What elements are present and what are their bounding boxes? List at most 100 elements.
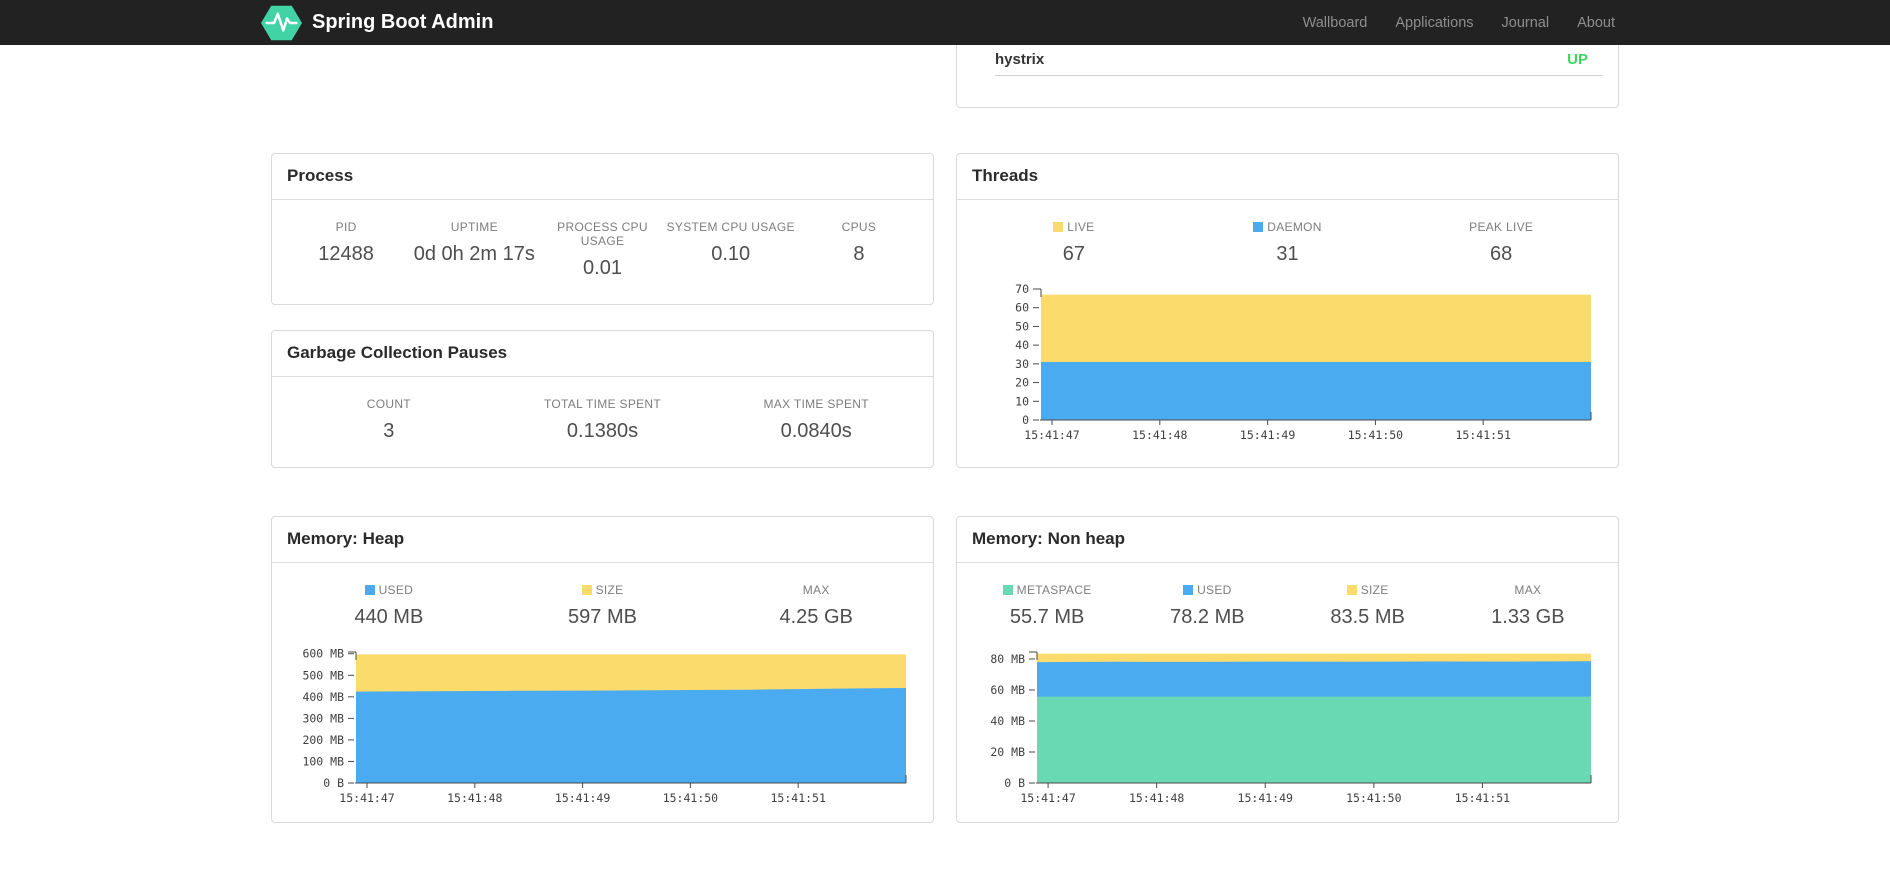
stat-value: 597 MB — [568, 606, 637, 628]
stat: MAX 4.25 GB — [709, 583, 923, 629]
legend-swatch-icon — [1253, 222, 1264, 232]
process-card-title: Process — [272, 154, 933, 200]
stat-label: MAX — [802, 583, 830, 597]
brand[interactable]: Spring Boot Admin — [261, 4, 493, 42]
applications-status-card: hystrix UP — [956, 45, 1619, 108]
application-name: hystrix — [995, 51, 1045, 68]
application-row-hystrix[interactable]: hystrix UP — [957, 45, 1618, 75]
stat: SIZE 597 MB — [496, 583, 710, 629]
svg-text:20 MB: 20 MB — [990, 745, 1025, 759]
stat-value: 83.5 MB — [1330, 606, 1405, 628]
legend-swatch-icon — [1346, 585, 1357, 595]
stat-label: SIZE — [595, 583, 624, 597]
memory-heap-card-title: Memory: Heap — [272, 517, 933, 563]
svg-text:15:41:49: 15:41:49 — [555, 791, 610, 805]
memory-nonheap-card-title: Memory: Non heap — [957, 517, 1618, 563]
svg-text:40: 40 — [1015, 338, 1029, 352]
gc-card: Garbage Collection Pauses COUNT 3 TOTAL … — [271, 330, 934, 468]
nav-link[interactable]: Journal — [1488, 15, 1564, 31]
svg-text:40 MB: 40 MB — [990, 714, 1025, 728]
legend-swatch-icon — [1183, 585, 1194, 595]
svg-text:15:41:48: 15:41:48 — [1132, 428, 1187, 442]
legend-swatch-icon — [364, 585, 375, 595]
svg-text:60 MB: 60 MB — [990, 683, 1025, 697]
svg-text:60: 60 — [1015, 301, 1029, 315]
stat-value: 4.25 GB — [779, 606, 853, 628]
stat-label: MAX TIME SPENT — [763, 397, 869, 411]
stat-value: 1.33 GB — [1491, 606, 1565, 628]
memory-nonheap-card: Memory: Non heap METASPACE 55.7 MB USED … — [956, 516, 1619, 823]
stat-value: 0d 0h 2m 17s — [413, 243, 535, 265]
nav-link[interactable]: About — [1563, 15, 1629, 31]
nav-link[interactable]: Applications — [1381, 15, 1487, 31]
status-badge: UP — [1567, 51, 1588, 68]
legend-swatch-icon — [581, 585, 592, 595]
legend-swatch-icon — [1053, 222, 1064, 232]
pulse-hexagon-logo-icon — [261, 4, 302, 42]
nonheap-stats: METASPACE 55.7 MB USED 78.2 MB SIZE 83.5… — [967, 583, 1608, 629]
threads-card-title: Threads — [957, 154, 1618, 200]
svg-text:15:41:50: 15:41:50 — [1346, 791, 1401, 805]
stat-value: 440 MB — [354, 606, 424, 628]
stat-value: 0.01 — [583, 257, 622, 279]
threads-chart: 0 10 20 30 40 50 60 70 15:41:47 15:41:48 15:41:49 1… — [979, 282, 1596, 447]
svg-text:80 MB: 80 MB — [990, 652, 1025, 666]
row-divider — [995, 75, 1603, 76]
svg-text:15:41:48: 15:41:48 — [447, 791, 502, 805]
svg-text:15:41:51: 15:41:51 — [1456, 428, 1511, 442]
svg-text:300 MB: 300 MB — [302, 711, 344, 725]
svg-text:70: 70 — [1015, 282, 1029, 296]
svg-text:20: 20 — [1015, 376, 1029, 390]
stat-label: METASPACE — [1016, 583, 1092, 597]
svg-text:200 MB: 200 MB — [302, 733, 344, 747]
svg-text:100 MB: 100 MB — [302, 754, 344, 768]
stat: METASPACE 55.7 MB — [967, 583, 1127, 629]
stat-label: SIZE — [1360, 583, 1389, 597]
memory-nonheap-chart: 0 B 20 MB 40 MB 60 MB 80 MB 15:41:47 15:41:48 1… — [979, 645, 1596, 810]
svg-text:10: 10 — [1015, 394, 1029, 408]
gc-stats: COUNT 3 TOTAL TIME SPENT 0.1380s MAX TIM… — [282, 397, 923, 443]
stat: COUNT 3 — [282, 397, 496, 443]
process-card: Process PID 12488 UPTIME 0d 0h 2m 17s PR… — [271, 153, 934, 305]
stat-value: 8 — [853, 243, 865, 265]
stat-label: COUNT — [366, 397, 411, 411]
brand-title: Spring Boot Admin — [312, 11, 494, 33]
nav-links: Wallboard Applications Journal About — [1289, 15, 1629, 31]
legend-swatch-icon — [1002, 585, 1013, 595]
stat: MAX 1.33 GB — [1448, 583, 1608, 629]
stat-label: PEAK LIVE — [1469, 220, 1534, 234]
svg-text:0 B: 0 B — [1004, 776, 1025, 790]
stat-value: 0.1380s — [566, 420, 639, 442]
stat-label: PID — [335, 220, 357, 234]
svg-text:0: 0 — [1022, 413, 1029, 427]
svg-text:15:41:50: 15:41:50 — [663, 791, 718, 805]
stat: PROCESS CPU USAGE 0.01 — [538, 220, 666, 280]
stat: MAX TIME SPENT 0.0840s — [709, 397, 923, 443]
gc-card-title: Garbage Collection Pauses — [272, 331, 933, 377]
stat: LIVE 67 — [967, 220, 1181, 266]
stat-value: 0.0840s — [780, 420, 852, 442]
svg-text:15:41:50: 15:41:50 — [1348, 428, 1403, 442]
svg-text:15:41:49: 15:41:49 — [1240, 428, 1295, 442]
threads-stats: LIVE 67 DAEMON 31 PEAK LIVE 68 — [967, 220, 1608, 266]
stat: DAEMON 31 — [1181, 220, 1395, 266]
nav-link[interactable]: Wallboard — [1289, 15, 1382, 31]
stat-value: 3 — [383, 420, 395, 442]
memory-heap-card: Memory: Heap USED 440 MB SIZE 597 MB MAX… — [271, 516, 934, 823]
memory-heap-chart: 0 B 100 MB 200 MB 300 MB 400 MB 500 MB 600 MB 1… — [294, 645, 911, 810]
stat-value: 67 — [1062, 243, 1085, 265]
stat-value: 55.7 MB — [1009, 606, 1085, 628]
stat-label: CPUS — [841, 220, 877, 234]
svg-text:15:41:47: 15:41:47 — [339, 791, 394, 805]
stat-value: 31 — [1276, 243, 1299, 265]
stat-label: DAEMON — [1267, 220, 1322, 234]
svg-text:500 MB: 500 MB — [302, 668, 344, 682]
svg-text:15:41:51: 15:41:51 — [771, 791, 826, 805]
stat-label: USED — [1197, 583, 1232, 597]
stat-label: LIVE — [1067, 220, 1095, 234]
stat-label: MAX — [1514, 583, 1542, 597]
threads-card: Threads LIVE 67 DAEMON 31 PEAK LIVE 68 0… — [956, 153, 1619, 468]
svg-text:15:41:51: 15:41:51 — [1455, 791, 1510, 805]
stat-label: UPTIME — [450, 220, 498, 234]
stat-value: 0.10 — [711, 243, 751, 265]
